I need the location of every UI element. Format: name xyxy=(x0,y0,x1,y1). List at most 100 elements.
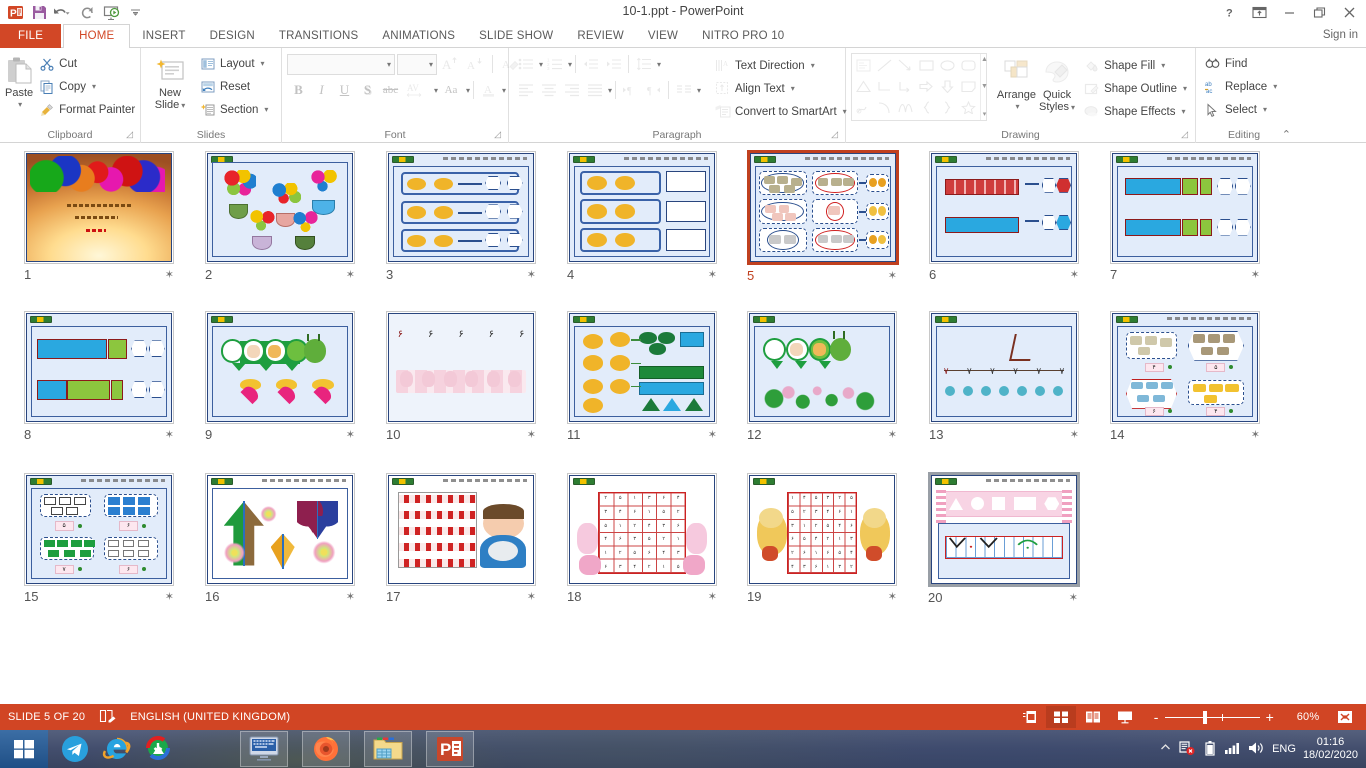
slide-show-button[interactable] xyxy=(1110,706,1140,728)
tab-design[interactable]: DESIGN xyxy=(198,25,267,48)
layout-button[interactable]: Layout ▾ xyxy=(196,52,271,75)
slide-thumbnail-11[interactable]: 11✶ xyxy=(567,311,729,442)
shapes-scroll-down-icon[interactable]: ▼ xyxy=(981,83,988,90)
slide-thumbnail-9[interactable]: 9✶ xyxy=(205,311,367,442)
tab-view[interactable]: VIEW xyxy=(636,25,690,48)
font-color-button[interactable]: A xyxy=(477,79,500,101)
sign-in-link[interactable]: Sign in xyxy=(1323,29,1358,41)
slide-thumbnail-12[interactable]: 12✶ xyxy=(747,311,909,442)
zoom-level[interactable]: 60% xyxy=(1288,711,1328,723)
zoom-slider-thumb[interactable] xyxy=(1203,711,1207,724)
font-size-input[interactable]: ▾ xyxy=(397,54,437,75)
slide-thumbnail-1[interactable]: 1✶ xyxy=(24,151,186,282)
section-button[interactable]: Section ▾ xyxy=(196,98,271,121)
close-button[interactable] xyxy=(1334,0,1364,24)
shape-rounded-rectangle-icon[interactable] xyxy=(958,55,979,76)
security-icon[interactable] xyxy=(1178,740,1196,759)
bold-button[interactable]: B xyxy=(287,79,310,101)
align-right-button[interactable] xyxy=(560,79,583,101)
slide-thumbnail-18[interactable]: ۲۵۱۳۶۴ ۳۴۶۱۵۲ ۵۱۲۴۳۶ ۴۶۳۵۲۱ ۱۲۵۶۴۳ ۶۳۴۲۱… xyxy=(567,473,729,604)
slide-animation-icon-17[interactable]: ✶ xyxy=(527,590,536,603)
internet-explorer-taskbar-icon[interactable] xyxy=(100,732,134,766)
slide-thumbnail-20[interactable]: 20✶ xyxy=(928,472,1090,605)
shape-arc-icon[interactable] xyxy=(874,97,895,118)
shape-star-icon[interactable] xyxy=(958,97,979,118)
slide-counter[interactable]: SLIDE 5 OF 20 xyxy=(8,711,85,723)
language-tray-indicator[interactable]: ENG xyxy=(1272,743,1296,755)
numbering-button[interactable]: 123 xyxy=(543,53,566,75)
shape-line-icon[interactable] xyxy=(874,55,895,76)
shape-right-arrow-icon[interactable] xyxy=(916,76,937,97)
convert-to-smartart-button[interactable]: Convert to SmartArt ▾ xyxy=(711,100,850,123)
tab-transitions[interactable]: TRANSITIONS xyxy=(267,25,371,48)
shape-outline-button[interactable]: Shape Outline ▾ xyxy=(1080,77,1190,100)
slide-thumbnail-7[interactable]: 7✶ xyxy=(1110,151,1272,282)
slide-animation-icon-6[interactable]: ✶ xyxy=(1070,268,1079,281)
slide-animation-icon-13[interactable]: ✶ xyxy=(1070,428,1079,441)
shape-elbow-connector-icon[interactable] xyxy=(874,76,895,97)
tab-home[interactable]: HOME xyxy=(63,24,130,49)
shape-elbow-arrow-icon[interactable] xyxy=(895,76,916,97)
slide-animation-icon-9[interactable]: ✶ xyxy=(346,428,355,441)
fit-to-window-button[interactable] xyxy=(1330,706,1360,728)
section-dropdown-icon[interactable]: ▾ xyxy=(264,105,268,114)
zoom-slider[interactable]: - + xyxy=(1148,709,1280,725)
zoom-in-button[interactable]: + xyxy=(1260,709,1280,725)
find-button[interactable]: Find xyxy=(1201,52,1280,75)
reset-button[interactable]: Reset xyxy=(196,75,271,98)
line-spacing-button[interactable] xyxy=(632,53,655,75)
slide-animation-icon-1[interactable]: ✶ xyxy=(165,268,174,281)
format-painter-button[interactable]: Format Painter xyxy=(35,98,138,121)
new-slide-dropdown-icon[interactable]: ▾ xyxy=(181,101,185,110)
start-button[interactable] xyxy=(0,730,48,768)
shape-curve-icon[interactable] xyxy=(895,97,916,118)
new-slide-button[interactable]: New Slide▾ xyxy=(146,51,194,112)
text-direction-button[interactable]: A Text Direction ▾ xyxy=(711,54,850,77)
slide-animation-icon-14[interactable]: ✶ xyxy=(1251,428,1260,441)
battery-icon[interactable] xyxy=(1203,740,1217,759)
slide-animation-icon-20[interactable]: ✶ xyxy=(1069,591,1078,604)
shape-arrow-icon[interactable] xyxy=(895,55,916,76)
increase-font-size-button[interactable]: A xyxy=(439,53,462,75)
network-icon[interactable] xyxy=(1224,741,1241,758)
font-name-input[interactable]: ▾ xyxy=(287,54,395,75)
shapes-scroll-up-icon[interactable]: ▲ xyxy=(981,56,988,63)
paste-button[interactable]: Paste ▾ xyxy=(5,51,33,111)
slide-animation-icon-11[interactable]: ✶ xyxy=(708,428,717,441)
tab-file[interactable]: FILE xyxy=(0,24,61,48)
justify-button[interactable] xyxy=(583,79,606,101)
underline-button[interactable]: U xyxy=(333,79,356,101)
align-left-button[interactable] xyxy=(514,79,537,101)
slide-thumbnail-16[interactable]: 16✶ xyxy=(205,473,367,604)
copy-button[interactable]: Copy ▾ xyxy=(35,75,138,98)
minimize-button[interactable] xyxy=(1274,0,1304,24)
shape-scribble-icon[interactable] xyxy=(853,97,874,118)
decrease-font-size-button[interactable]: A xyxy=(464,53,487,75)
slide-animation-icon-15[interactable]: ✶ xyxy=(165,590,174,603)
font-name-dropdown-icon[interactable]: ▾ xyxy=(387,60,391,69)
telegram-taskbar-icon[interactable] xyxy=(58,732,92,766)
paragraph-dialog-launcher[interactable]: ◿ xyxy=(831,127,838,142)
shape-effects-button[interactable]: Shape Effects ▾ xyxy=(1080,100,1190,123)
shape-rectangle-icon[interactable] xyxy=(916,55,937,76)
restore-button[interactable] xyxy=(1304,0,1334,24)
slide-thumbnail-5[interactable]: 5✶ xyxy=(747,150,909,283)
shapes-gallery-scrollbar[interactable]: ▲ ▼ ▾ xyxy=(980,54,988,120)
slide-animation-icon-3[interactable]: ✶ xyxy=(527,268,536,281)
normal-view-button[interactable] xyxy=(1014,706,1044,728)
font-dialog-launcher[interactable]: ◿ xyxy=(494,127,501,142)
strikethrough-button[interactable]: abc xyxy=(379,79,402,101)
onscreen-keyboard-taskbar-icon[interactable] xyxy=(240,731,288,767)
slide-sorter-view-button[interactable] xyxy=(1046,706,1076,728)
slide-thumbnail-14[interactable]: ۴ ۵ ۶ ۴ 14✶ xyxy=(1110,311,1272,442)
slide-thumbnail-19[interactable]: ۱۴۵۳۲۵ ۵۲۳۴۶۱ ۳۱۲۵۴۶ ۶۵۴۲۱۳ ۲۶۱۶۵۴ ۴۳۶۱۳… xyxy=(747,473,909,604)
paste-dropdown-icon[interactable]: ▾ xyxy=(18,99,22,111)
tab-animations[interactable]: ANIMATIONS xyxy=(370,25,467,48)
shape-down-arrow-icon[interactable] xyxy=(937,76,958,97)
notes-icon[interactable] xyxy=(99,709,116,726)
slide-animation-icon-10[interactable]: ✶ xyxy=(527,428,536,441)
powerpoint-taskbar-icon[interactable]: P xyxy=(426,731,474,767)
shapes-gallery-more-icon[interactable]: ▾ xyxy=(983,110,987,118)
slide-thumbnail-17[interactable]: 17✶ xyxy=(386,473,548,604)
slide-animation-icon-2[interactable]: ✶ xyxy=(346,268,355,281)
